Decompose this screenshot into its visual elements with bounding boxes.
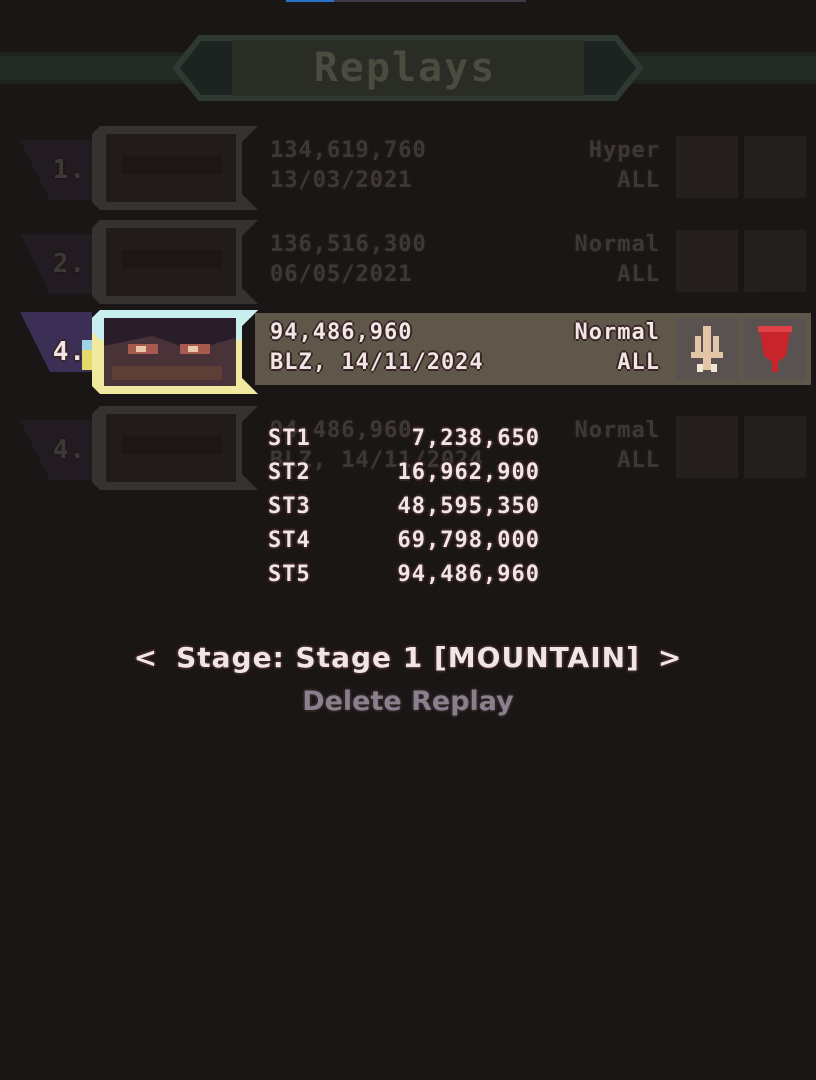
ship-icon: [676, 230, 738, 292]
stage-score: 7,238,650: [411, 426, 540, 451]
ship-icon: [676, 416, 738, 478]
stage-next-arrow[interactable]: >: [658, 634, 682, 682]
stage-selector: < Stage: Stage 1 [MOUNTAIN] >: [0, 634, 816, 682]
replay-score: 94,486,960: [270, 320, 413, 345]
bomb-icon: [744, 230, 806, 292]
stage-score: 94,486,960: [397, 562, 540, 587]
stage-score: 69,798,000: [397, 528, 540, 553]
stage-score-row: ST1 7,238,650: [268, 422, 548, 456]
replay-rank: 4.: [52, 435, 86, 465]
replay-stage-range: ALL: [617, 168, 660, 193]
replay-score: 134,619,760: [270, 138, 427, 163]
replay-difficulty: Normal: [574, 232, 660, 257]
bomb-icon: [744, 318, 806, 380]
pilot-portrait: [92, 126, 258, 210]
stage-score-list: ST1 7,238,650 ST2 16,962,900 ST3 48,595,…: [268, 422, 548, 592]
page-title: Replays: [313, 45, 497, 91]
replay-date: BLZ, 14/11/2024: [270, 350, 484, 375]
ship-icon: [676, 318, 738, 380]
stage-score-row: ST3 48,595,350: [268, 490, 548, 524]
stage-selector-label[interactable]: Stage: Stage 1 [MOUNTAIN]: [176, 634, 640, 682]
pilot-portrait: [92, 220, 258, 304]
bomb-icon: [744, 416, 806, 478]
stage-label: ST3: [268, 494, 311, 519]
replay-difficulty: Hyper: [588, 138, 660, 163]
replay-score: 136,516,300: [270, 232, 427, 257]
stage-score: 16,962,900: [397, 460, 540, 485]
pilot-portrait: [92, 406, 258, 490]
stage-score: 48,595,350: [397, 494, 540, 519]
replay-rank: 4.: [52, 337, 86, 367]
replay-date: 06/05/2021: [270, 262, 413, 287]
bomb-icon: [744, 136, 806, 198]
pilot-portrait: [92, 310, 258, 394]
stage-score-row: ST2 16,962,900: [268, 456, 548, 490]
scroll-indicator-highlight: [286, 0, 334, 2]
replay-difficulty: Normal: [574, 418, 660, 443]
stage-label: ST1: [268, 426, 311, 451]
stage-prev-arrow[interactable]: <: [134, 634, 158, 682]
stage-score-row: ST4 69,798,000: [268, 524, 548, 558]
stage-label: ST4: [268, 528, 311, 553]
stage-score-row: ST5 94,486,960: [268, 558, 548, 592]
replay-stage-range: ALL: [617, 262, 660, 287]
stage-label: ST5: [268, 562, 311, 587]
replay-date: 13/03/2021: [270, 168, 413, 193]
replay-rank: 1.: [52, 155, 86, 185]
replay-row-selected[interactable]: 4. 94,486,960 BLZ, 14/11/2024 Normal ALL: [0, 308, 816, 398]
replay-stage-range: ALL: [617, 350, 660, 375]
delete-replay-button[interactable]: Delete Replay: [0, 682, 816, 722]
replay-row-2[interactable]: 2. 136,516,300 06/05/2021 Normal ALL: [0, 220, 816, 310]
replay-difficulty: Normal: [574, 320, 660, 345]
replay-stage-range: ALL: [617, 448, 660, 473]
replay-row-1[interactable]: 1. 134,619,760 13/03/2021 Hyper ALL: [0, 126, 816, 216]
top-scroll-indicator: [286, 0, 526, 2]
stage-label: ST2: [268, 460, 311, 485]
replay-rank: 2.: [52, 249, 86, 279]
ship-icon: [676, 136, 738, 198]
